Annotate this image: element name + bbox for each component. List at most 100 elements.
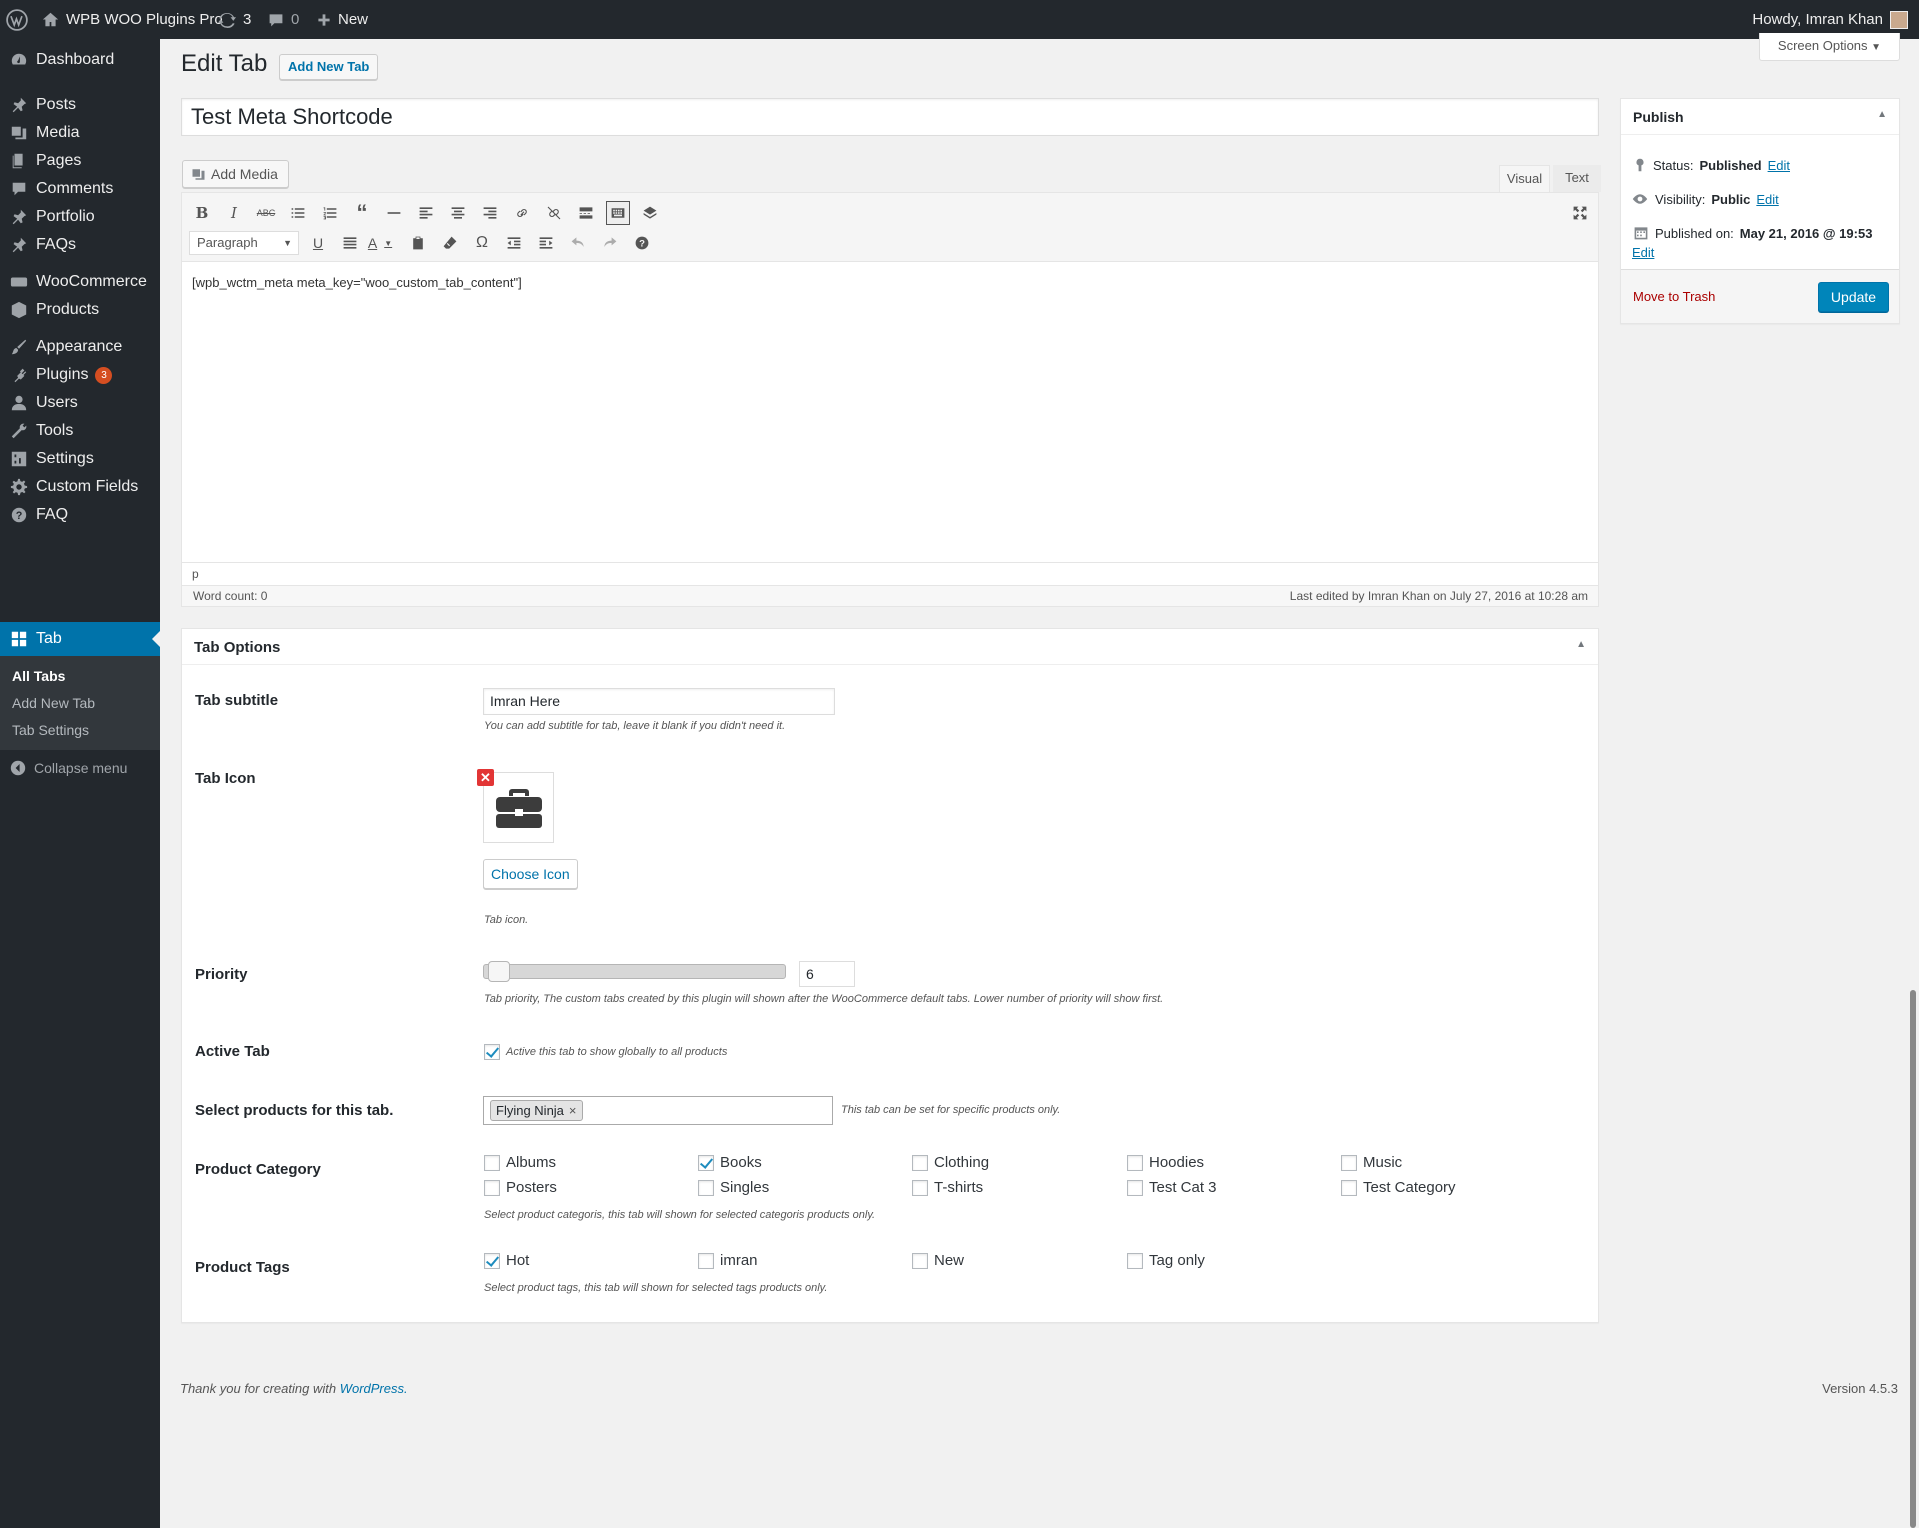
submenu-add-new-tab[interactable]: Add New Tab [12,695,95,711]
unlink-button[interactable] [542,201,566,225]
active-tab-checkbox[interactable] [484,1044,500,1060]
submenu-tab-settings[interactable]: Tab Settings [12,722,89,738]
outdent-button[interactable] [502,231,526,255]
priority-slider-handle[interactable] [488,961,510,982]
checkbox-posters[interactable] [484,1180,500,1196]
keyboard-shortcuts-button[interactable]: ? [630,231,654,255]
submenu-all-tabs[interactable]: All Tabs [12,668,65,684]
collapse-toggle-icon[interactable]: ▲ [1877,109,1887,120]
pin-icon [1636,158,1644,172]
wordpress-link[interactable]: WordPress. [340,1381,408,1396]
collapse-toggle-icon[interactable]: ▲ [1576,639,1586,650]
remove-chip-icon[interactable]: × [569,1101,577,1120]
checkbox-singles[interactable] [698,1180,714,1196]
checkbox-test-cat-3[interactable] [1127,1180,1143,1196]
publish-box: Publish ▲ Status: Published Edit Visibil… [1620,98,1900,324]
checkbox-hoodies[interactable] [1127,1155,1143,1171]
redo-button[interactable] [598,231,622,255]
avatar [1890,10,1908,29]
site-name-link[interactable]: WPB WOO Plugins Pro [42,0,223,39]
checkbox-clothing[interactable] [912,1155,928,1171]
add-media-button[interactable]: Add Media [182,160,289,188]
checkbox-label: Clothing [934,1154,990,1171]
post-title-input[interactable]: Test Meta Shortcode [181,98,1599,136]
format-select[interactable]: Paragraph ▼ [189,231,299,255]
edit-date-link[interactable]: Edit [1632,245,1654,260]
numbered-list-button[interactable] [318,201,342,225]
menu-label: Plugins [36,366,89,383]
active-tab-description: Active this tab to show globally to all … [506,1046,728,1058]
menu-item-faq[interactable]: ? FAQ [0,498,160,532]
updates-link[interactable]: 3 [218,0,251,39]
align-right-button[interactable] [478,201,502,225]
checkbox-music[interactable] [1341,1155,1357,1171]
menu-item-products[interactable]: Products [0,293,160,327]
edit-visibility-link[interactable]: Edit [1756,192,1778,207]
remove-icon-button[interactable]: ✕ [477,769,494,786]
read-more-button[interactable] [574,201,598,225]
tab-visual[interactable]: Visual [1499,165,1550,192]
footer-thanks: Thank you for creating with WordPress. [180,1381,408,1396]
choose-icon-button[interactable]: Choose Icon [483,859,578,889]
checkbox-tag-only[interactable] [1127,1253,1143,1269]
wordpress-logo-icon[interactable] [6,0,28,39]
undo-button[interactable] [566,231,590,255]
move-to-trash-link[interactable]: Move to Trash [1633,289,1715,304]
quote-icon: “ [356,200,368,225]
blockquote-button[interactable]: “ [350,200,374,225]
editor-content[interactable]: [wpb_wctm_meta meta_key="woo_custom_tab_… [192,275,522,290]
bold-button[interactable]: B [190,201,214,225]
new-content-link[interactable]: New [317,0,368,39]
checkbox-label: Books [720,1154,762,1171]
checkbox-t-shirts[interactable] [912,1180,928,1196]
italic-button[interactable]: I [222,201,246,225]
add-new-tab-button[interactable]: Add New Tab [279,54,379,80]
toolbar-toggle-button[interactable] [606,201,630,225]
checkbox-imran[interactable] [698,1253,714,1269]
numbered-list-icon [323,207,337,220]
clear-formatting-button[interactable] [438,231,462,255]
screen-options-button[interactable]: Screen Options ▼ [1759,33,1900,61]
svg-text:?: ? [639,239,645,250]
justify-button[interactable] [338,231,362,255]
insert-link-button[interactable] [510,201,534,225]
close-icon: ✕ [480,770,491,785]
published-label: Published on: [1655,225,1734,241]
paste-text-button[interactable] [406,231,430,255]
page-scrollbar[interactable] [1910,990,1916,1528]
checkbox-test-category[interactable] [1341,1180,1357,1196]
update-button[interactable]: Update [1818,282,1889,312]
pin-icon [0,236,36,254]
fullscreen-button[interactable] [1568,201,1592,225]
align-left-button[interactable] [414,201,438,225]
link-icon [517,208,527,218]
priority-slider-track[interactable] [483,964,786,979]
indent-button[interactable] [534,231,558,255]
priority-input[interactable]: 6 [799,961,855,987]
bullet-list-icon [291,208,305,218]
comments-link[interactable]: 0 [268,0,299,39]
menu-item-faqs[interactable]: FAQs [0,228,160,262]
edit-status-link[interactable]: Edit [1768,158,1790,173]
checkbox-books[interactable] [698,1155,714,1171]
special-character-button[interactable]: Ω [470,231,494,255]
menu-item-dashboard[interactable]: Dashboard [0,43,160,77]
layers-button[interactable] [638,201,662,225]
strikethrough-button[interactable]: ABC [254,201,278,225]
products-select[interactable]: Flying Ninja × [483,1096,833,1125]
align-center-button[interactable] [446,201,470,225]
underline-button[interactable]: U [306,231,330,255]
checkbox-albums[interactable] [484,1155,500,1171]
menu-item-tab-current[interactable]: Tab [0,622,160,656]
subtitle-input[interactable]: Imran Here [483,688,835,715]
grid-icon [0,630,36,648]
collapse-menu-button[interactable]: Collapse menu [10,760,127,776]
layers-icon [643,206,657,219]
horizontal-line-button[interactable] [382,201,406,225]
checkbox-new[interactable] [912,1253,928,1269]
tab-text[interactable]: Text [1553,165,1601,192]
text-color-button[interactable]: A ▼ [368,231,392,255]
text-color-icon: A [367,235,378,251]
bullet-list-button[interactable] [286,201,310,225]
checkbox-hot[interactable] [484,1253,500,1269]
